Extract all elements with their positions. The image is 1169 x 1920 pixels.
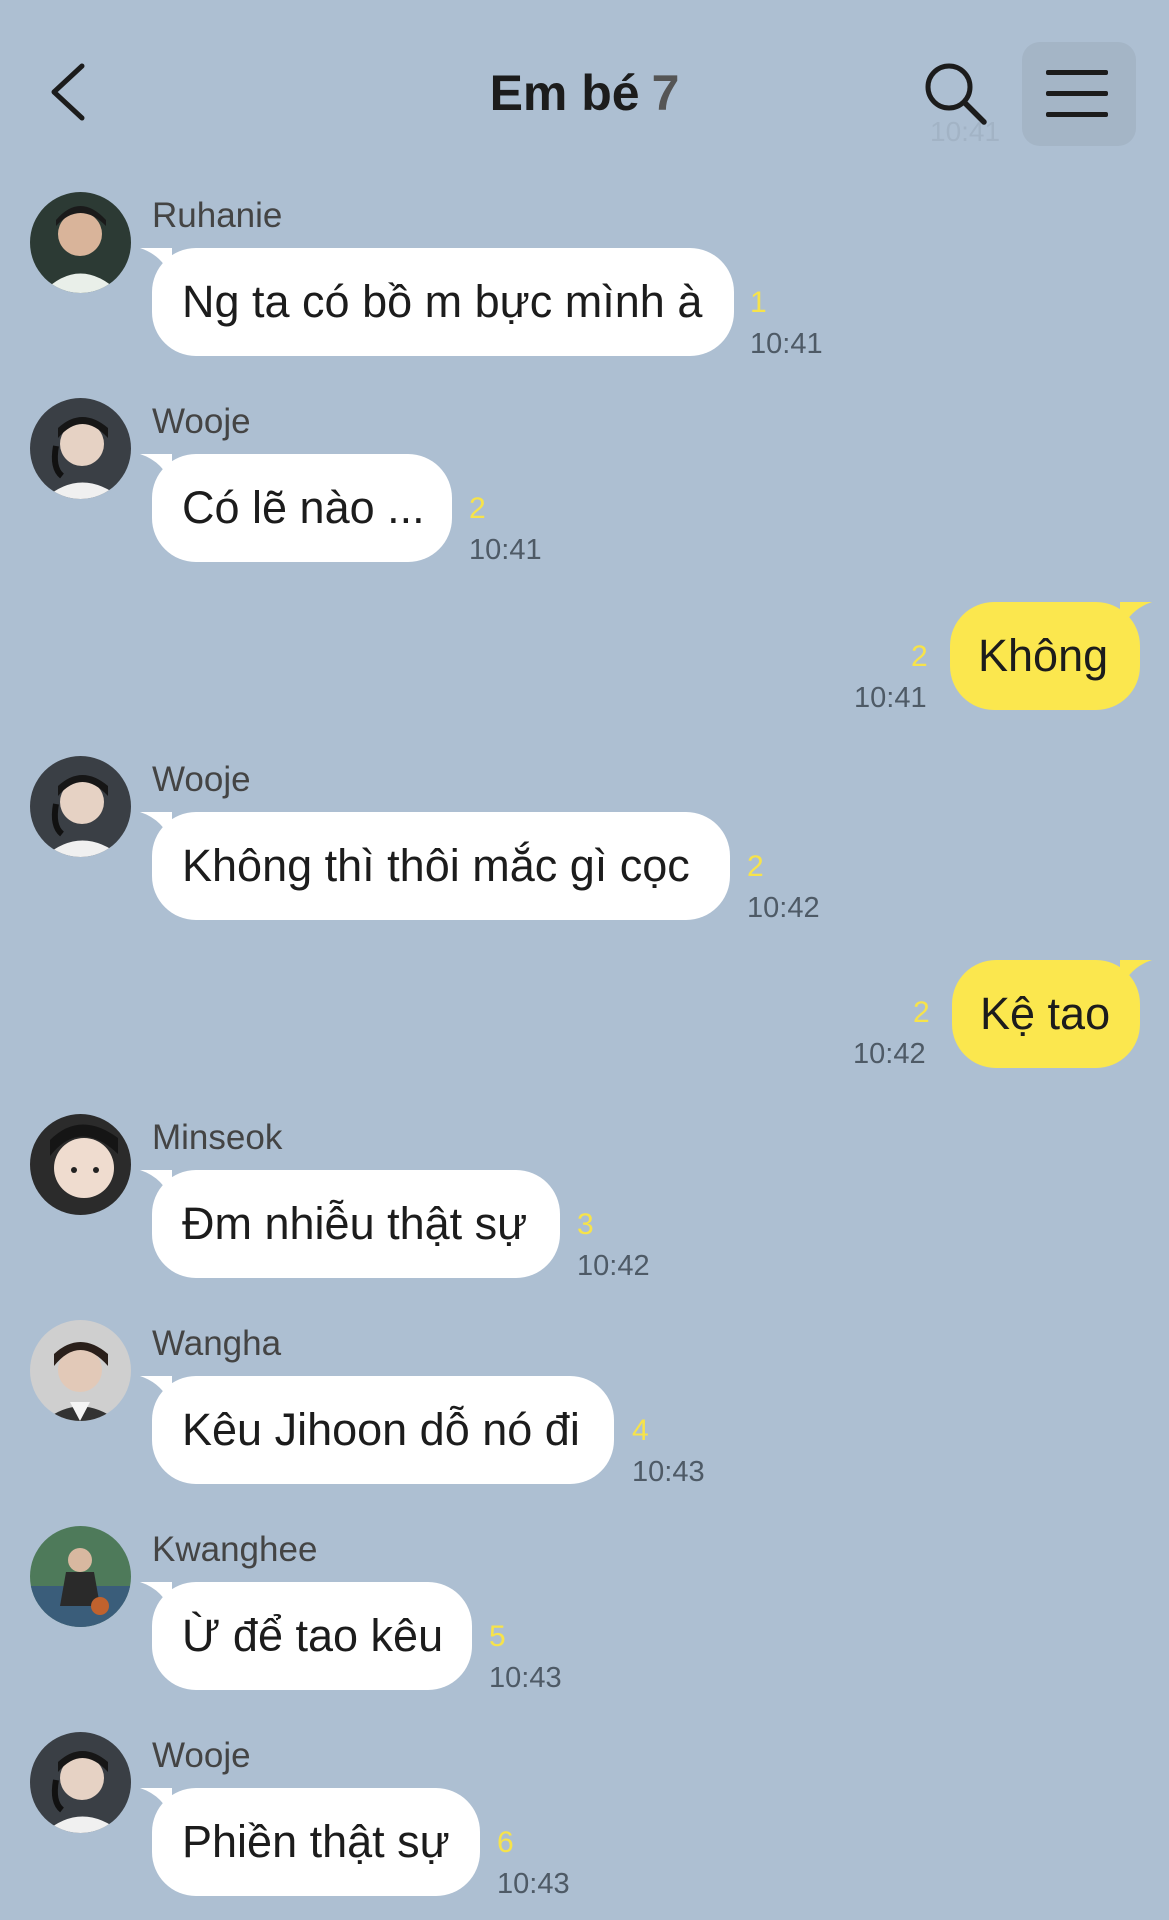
chat-header: Em bé 7 10:41 (0, 0, 1169, 180)
message-text: Kệ tao (980, 988, 1111, 1039)
message-bubble[interactable]: Không thì thôi mắc gì cọc (140, 812, 730, 920)
unread-count: 2 (469, 492, 486, 525)
message-time: 10:42 (747, 892, 820, 924)
unread-count: 2 (747, 850, 764, 883)
avatar-kwanghee[interactable] (30, 1526, 131, 1627)
message-text: Phiền thật sự (182, 1816, 450, 1867)
message-text: Không (978, 630, 1109, 681)
message-time: 10:43 (632, 1456, 705, 1488)
sender-name: Wooje (152, 402, 251, 441)
message-bubble[interactable]: Ng ta có bồ m bực mình à (140, 248, 734, 356)
message-bubble[interactable]: Đm nhiễu thật sự (140, 1170, 560, 1278)
unread-count: 5 (489, 1620, 506, 1653)
sender-name: Wooje (152, 760, 251, 799)
message-text: Ng ta có bồ m bực mình à (182, 276, 703, 327)
search-button[interactable] (920, 58, 990, 128)
menu-button[interactable] (1022, 42, 1136, 146)
avatar-wooje[interactable] (30, 756, 131, 857)
sender-name: Minseok (152, 1118, 283, 1157)
sender-name: Wooje (152, 1736, 251, 1775)
avatar-wangha[interactable] (30, 1320, 131, 1421)
avatar-minseok[interactable] (30, 1114, 131, 1215)
sender-name: Kwanghee (152, 1530, 318, 1569)
message-bubble[interactable]: Phiền thật sự (140, 1788, 480, 1896)
message-bubble[interactable]: Ừ để tao kêu (140, 1582, 472, 1690)
avatar-wooje[interactable] (30, 398, 131, 499)
message-bubble[interactable]: Có lẽ nào ... (140, 454, 452, 562)
message-time: 10:43 (497, 1868, 570, 1900)
chat-title: Em bé 7 (0, 64, 1169, 122)
outgoing-message-bubble[interactable]: Không (950, 602, 1152, 710)
message-time: 10:43 (489, 1662, 562, 1694)
unread-count: 1 (750, 286, 767, 319)
message-text: Có lẽ nào ... (182, 482, 425, 533)
message-time: 10:42 (853, 1038, 926, 1070)
unread-count: 6 (497, 1826, 514, 1859)
message-time: 10:41 (750, 328, 823, 360)
avatar-ruhanie[interactable] (30, 192, 131, 293)
unread-count: 4 (632, 1414, 649, 1447)
message-text: Đm nhiễu thật sự (182, 1198, 528, 1249)
message-text: Ừ để tao kêu (182, 1610, 444, 1661)
message-text: Kêu Jihoon dỗ nó đi (182, 1404, 580, 1455)
unread-count: 2 (911, 640, 928, 673)
message-bubble[interactable]: Kêu Jihoon dỗ nó đi (140, 1376, 614, 1484)
outgoing-message-bubble[interactable]: Kệ tao (952, 960, 1152, 1068)
search-icon (925, 63, 987, 125)
member-count: 7 (651, 65, 680, 121)
unread-count: 2 (913, 996, 930, 1029)
sender-name: Ruhanie (152, 196, 283, 235)
sender-name: Wangha (152, 1324, 282, 1363)
chat-room-name: Em bé (489, 65, 640, 121)
message-time: 10:41 (469, 534, 542, 566)
message-time: 10:41 (854, 682, 927, 714)
avatar-wooje[interactable] (30, 1732, 131, 1833)
message-text: Không thì thôi mắc gì cọc (182, 840, 690, 891)
unread-count: 3 (577, 1208, 594, 1241)
message-time: 10:42 (577, 1250, 650, 1282)
